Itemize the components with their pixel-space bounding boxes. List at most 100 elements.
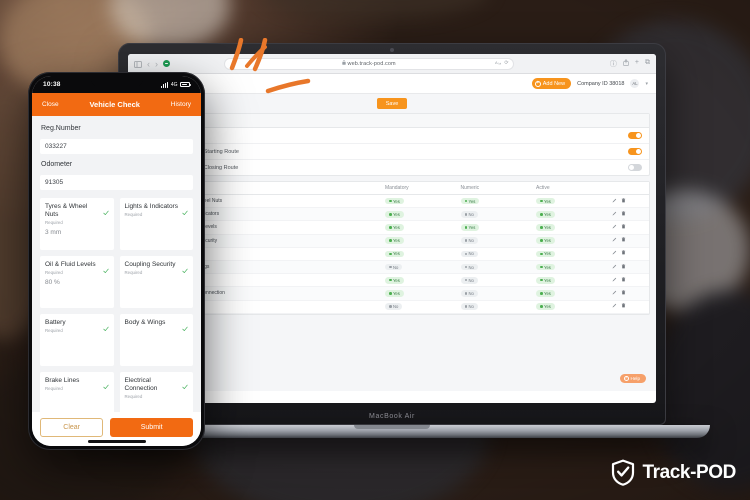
cell-numeric: Yes [456, 194, 533, 209]
table-body: ∷1Tyres & Wheel NutsYesYesYes∷2Lights & … [135, 194, 649, 314]
text-input[interactable] [40, 175, 193, 190]
new-tab-icon[interactable]: + [635, 59, 639, 69]
cell-active: Yes [532, 220, 608, 235]
company-id: Company ID 38018 [577, 80, 625, 87]
clear-button[interactable]: Clear [40, 418, 104, 437]
check-required-label: Required [45, 386, 63, 392]
check-card[interactable]: Body & Wings [119, 314, 193, 366]
chevron-down-icon[interactable]: ▾ [645, 81, 648, 87]
check-name: Brake Lines [45, 377, 80, 384]
status-badge: No [460, 250, 478, 258]
trash-icon[interactable] [621, 237, 626, 244]
check-card[interactable]: Coupling Security Required [119, 256, 193, 308]
status-badge: Yes [385, 197, 404, 205]
add-new-button[interactable]: + Add New [531, 78, 572, 89]
save-button[interactable]: Save [376, 98, 408, 109]
phone-app-bar: Close Vehicle Check History [32, 93, 201, 116]
cell-mandatory: Yes [381, 247, 457, 261]
show-tabs-icon[interactable]: ⧉ [645, 59, 650, 69]
trash-icon[interactable] [621, 290, 626, 297]
close-button[interactable]: Close [42, 101, 59, 108]
check-card[interactable]: Battery Required [40, 314, 114, 366]
table-row[interactable]: ∷2Lights & IndicatorsYesNoYes [135, 207, 649, 222]
phone-body: Reg.NumberOdometer Tyres & Wheel NutsReq… [32, 116, 201, 412]
status-badge: Yes [385, 250, 404, 258]
pencil-icon[interactable] [612, 211, 617, 218]
browser-tab[interactable] [163, 60, 173, 67]
status-time: 10:38 [43, 81, 61, 88]
pencil-icon[interactable] [612, 198, 617, 205]
status-badge: No [385, 303, 403, 310]
history-button[interactable]: History [171, 101, 191, 108]
check-card[interactable]: Lights & Indicators Required [119, 198, 193, 250]
trash-icon[interactable] [621, 250, 626, 257]
check-card[interactable]: Brake Lines Required [40, 372, 114, 412]
cell-label: Lights & Indicators [173, 207, 382, 222]
setting-row: Mandatory Check before Starting Route [135, 144, 649, 160]
table-row[interactable]: ∷3Oil & Fluid LevelsYesYesYes [135, 220, 649, 235]
table-row[interactable]: ∷8Electrical ConnectionYesNoYes [135, 286, 649, 301]
check-value: 3 mm [45, 228, 62, 236]
trash-icon[interactable] [621, 197, 626, 205]
column-header-actions [607, 182, 649, 195]
pencil-icon[interactable] [612, 250, 617, 257]
trash-icon[interactable] [621, 263, 626, 271]
check-required-label: Required [124, 212, 143, 218]
check-name: Electrical Connection [124, 377, 158, 392]
check-tick-icon [102, 261, 109, 274]
cell-numeric: No [456, 234, 533, 248]
check-card-grid: Tyres & Wheel Nuts Required 3 mm Lights & I… [40, 198, 193, 412]
cell-active: Yes [532, 273, 608, 288]
table-row[interactable]: ∷6Body & WingsNoNoYes [135, 260, 649, 275]
setting-toggle[interactable] [628, 132, 642, 139]
help-button[interactable]: ? Help [619, 373, 646, 383]
pencil-icon[interactable] [612, 277, 617, 284]
signal-bars-icon [160, 81, 169, 88]
table-row[interactable]: ∷1Tyres & Wheel NutsYesYesYes [135, 194, 649, 209]
app-body: Save Settings EnabledMandatory Check bef… [128, 94, 656, 391]
cell-active: Yes [532, 247, 608, 261]
check-card[interactable]: Tyres & Wheel Nuts Required 3 mm [40, 198, 114, 250]
pencil-icon[interactable] [612, 303, 617, 310]
phone-page-title: Vehicle Check [89, 100, 140, 109]
reload-icon[interactable]: ⟳ [504, 60, 508, 67]
status-badge: No [385, 263, 403, 271]
address-bar[interactable]: web.track-pod.com A\u6587 ⟳ [223, 57, 514, 70]
check-card[interactable]: Oil & Fluid Levels Required 80 % [40, 256, 114, 308]
browser-back-button[interactable]: ‹ [147, 59, 150, 69]
table-row[interactable]: ∷9InteriorNoNoYes [135, 300, 649, 314]
setting-toggle[interactable] [628, 148, 642, 155]
cell-active: Yes [532, 207, 608, 222]
pencil-icon[interactable] [612, 237, 617, 244]
setting-toggle[interactable] [628, 164, 642, 171]
avatar[interactable]: AL [630, 79, 640, 88]
trash-icon[interactable] [621, 303, 626, 310]
info-icon[interactable]: ⓘ [610, 59, 617, 69]
table-row[interactable]: ∷5BatteryYesNoYes [135, 247, 649, 261]
submit-button[interactable]: Submit [110, 418, 193, 437]
settings-heading: Settings [135, 114, 649, 128]
check-card[interactable]: Electrical Connection Required [119, 372, 193, 412]
table-row[interactable]: ∷4Coupling SecurityYesNoYes [135, 234, 649, 248]
pencil-icon[interactable] [612, 290, 617, 297]
table-header-row: No Label Mandatory Numeric Active [135, 182, 649, 195]
pencil-icon[interactable] [612, 224, 617, 231]
status-badge: Yes [385, 224, 404, 231]
pencil-icon[interactable] [612, 264, 617, 271]
table-row[interactable]: ∷7Brake LinesYesNoYes [135, 273, 649, 288]
text-input[interactable] [40, 139, 193, 154]
trash-icon[interactable] [621, 276, 626, 284]
browser-forward-button[interactable]: › [155, 59, 158, 69]
cell-numeric: No [456, 300, 533, 314]
trash-icon[interactable] [621, 210, 626, 218]
status-badge: Yes [536, 290, 555, 297]
check-required-label: Required [124, 270, 143, 276]
cell-mandatory: Yes [381, 207, 457, 222]
share-icon[interactable] [623, 58, 629, 69]
translate-icon[interactable]: A\u6587 [495, 60, 508, 67]
status-badge: Yes [536, 237, 555, 244]
check-name: Battery [45, 319, 66, 326]
check-name: Lights & Indicators [124, 203, 178, 210]
trash-icon[interactable] [621, 224, 626, 231]
sidebar-toggle-icon[interactable] [134, 55, 142, 73]
